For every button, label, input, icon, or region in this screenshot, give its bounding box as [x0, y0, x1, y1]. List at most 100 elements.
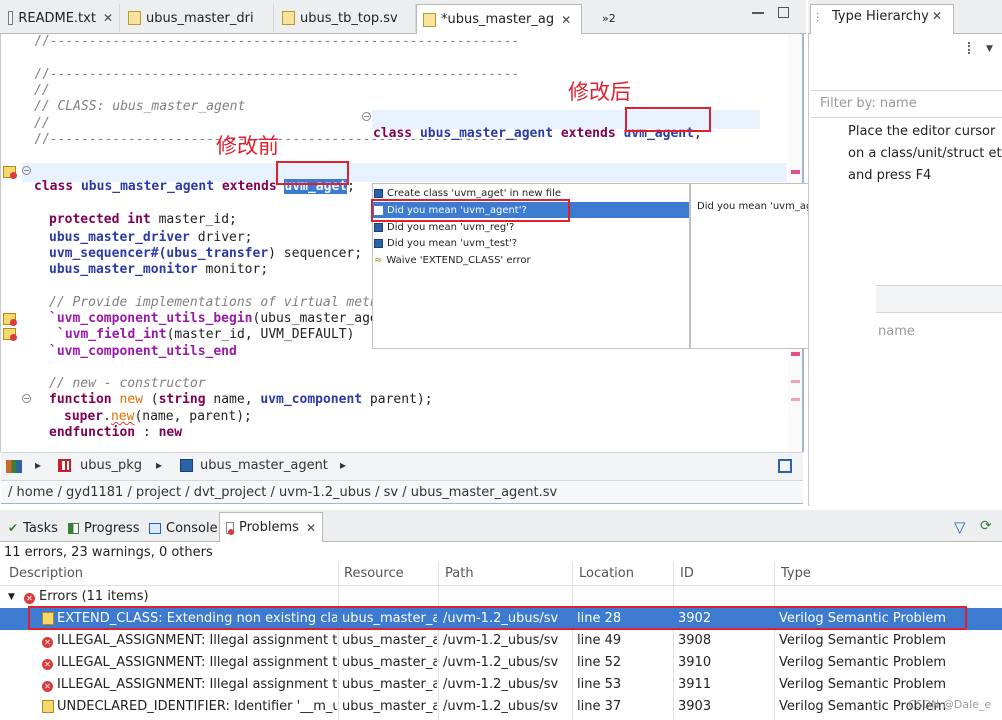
table-header [0, 562, 1002, 586]
quick-fix-item[interactable]: ≈ Waive 'EXTEND_CLASS' error [374, 252, 531, 268]
tab-ubus-master-driver[interactable]: ubus_master_dri [122, 4, 274, 32]
tab-readme[interactable]: README.txt ✕ [2, 4, 120, 32]
hint-text: Place the editor cursor [848, 124, 996, 139]
type-hierarchy-title: Type Hierarchy [832, 9, 929, 24]
tab-ubus-master-agent[interactable]: *ubus_master_ag ✕ [416, 4, 582, 34]
close-icon[interactable]: ✕ [932, 9, 942, 23]
chevron-right-icon: ▸ [340, 458, 347, 472]
overflow-label: »2 [602, 11, 616, 25]
table-row[interactable]: ✕ ILLEGAL_ASSIGNMENT: Illegal assignment… [0, 652, 1002, 674]
error-marker-icon[interactable] [3, 166, 17, 179]
keyword: extends [560, 126, 616, 141]
tasks-icon: ✔ [8, 521, 19, 535]
overview-warning-mark[interactable] [791, 380, 800, 383]
code-text: (ubus_master_ager [252, 311, 386, 326]
column-header-path[interactable]: Path [445, 566, 474, 581]
error-marker-icon[interactable] [3, 313, 17, 326]
code-text: ( [142, 392, 159, 407]
link-editor-icon[interactable] [778, 459, 792, 473]
tab-overflow[interactable]: »2 [596, 4, 622, 32]
annotation-before: 修改前 [216, 134, 279, 158]
code-text: monitor; [197, 262, 269, 277]
row-resource: ubus_master_a [342, 699, 437, 714]
table-row[interactable]: ✕ ILLEGAL_ASSIGNMENT: Illegal assignment… [0, 674, 1002, 696]
filter-icon[interactable]: ▽ [954, 518, 966, 536]
dropdown-arrow-icon[interactable]: ▼ [986, 44, 993, 54]
class-name: ubus_master_agent [80, 179, 215, 194]
error-icon: ✕ [42, 635, 53, 650]
error-group-row[interactable]: ▼ ✕ Errors (11 items) [0, 586, 1002, 608]
type-name: ubus_transfer [166, 246, 269, 261]
column-header-id[interactable]: ID [680, 566, 694, 581]
column-header-type[interactable]: Type [781, 566, 811, 581]
tab-tasks[interactable]: ✔ Tasks [2, 514, 64, 542]
overview-error-mark[interactable] [791, 352, 800, 356]
class-icon [374, 238, 383, 248]
code-line-separator: //--------------------------------------… [34, 67, 520, 82]
row-path: /uvm-1.2_ubus/sv [443, 699, 559, 714]
type-name: ubus_master_monitor [49, 262, 198, 277]
row-id: 3910 [678, 655, 712, 670]
row-location: line 52 [577, 655, 622, 670]
row-description: ILLEGAL_ASSIGNMENT: Illegal assignment t… [57, 633, 337, 648]
fold-icon[interactable]: − [22, 166, 31, 175]
table-row[interactable]: ✕ ILLEGAL_ASSIGNMENT: Illegal assignment… [0, 630, 1002, 652]
table-row[interactable]: UNDECLARED_IDENTIFIER: Identifier '__m_u… [0, 696, 1002, 718]
tab-label: Tasks [23, 520, 58, 536]
row-location: line 53 [577, 677, 622, 692]
code-line-comment: // CLASS: ubus_master_agent [34, 99, 246, 114]
column-header-location[interactable]: Location [579, 566, 634, 581]
keyword: extends [221, 179, 277, 194]
close-icon[interactable]: ✕ [561, 13, 571, 27]
keyword: int [127, 212, 151, 227]
type-name: uvm_sequencer#( [49, 246, 167, 261]
tab-console[interactable]: Console [143, 514, 224, 542]
keyword: class [34, 179, 74, 194]
keyword-new: new [110, 409, 135, 424]
breadcrumb-pkg[interactable]: ubus_pkg [80, 458, 142, 473]
column-header-resource[interactable]: Resource [344, 566, 404, 581]
class-icon [374, 222, 383, 232]
row-resource: ubus_master_a [342, 655, 437, 670]
keyword: string [158, 392, 206, 407]
close-icon[interactable]: ✕ [306, 521, 316, 535]
view-menu-icon[interactable] [968, 42, 978, 54]
quick-fix-item[interactable]: Did you mean 'uvm_reg'? [374, 219, 514, 235]
breadcrumb-class[interactable]: ubus_master_agent [200, 458, 328, 473]
class-name: ubus_master_agent [419, 126, 554, 141]
keyword: super [64, 409, 104, 424]
row-description: UNDECLARED_IDENTIFIER: Identifier '__m_u… [57, 699, 337, 714]
error-icon: ✕ [42, 657, 53, 672]
code-line: `uvm_component_utils_end [49, 344, 237, 359]
overview-error-mark[interactable] [791, 170, 800, 174]
row-location: line 49 [577, 633, 622, 648]
library-icon[interactable] [6, 460, 22, 473]
code-text: master_id; [150, 212, 237, 227]
tab-ubus-tb-top[interactable]: ubus_tb_top.sv [276, 4, 416, 32]
filter-placeholder: Filter by: name [820, 96, 917, 111]
waive-icon: ≈ [374, 254, 383, 266]
fold-icon[interactable]: − [22, 394, 31, 403]
minimize-icon[interactable] [752, 12, 764, 14]
tab-progress[interactable]: Progress [62, 514, 145, 542]
keyword: class [373, 126, 413, 141]
package-icon [58, 459, 71, 472]
code-line: ubus_master_monitor monitor; [49, 262, 268, 277]
maximize-icon[interactable] [778, 7, 789, 18]
sv-file-icon [128, 11, 141, 25]
error-marker-icon[interactable] [3, 328, 17, 341]
close-icon[interactable]: ✕ [103, 11, 113, 25]
overview-warning-mark[interactable] [791, 398, 800, 401]
fold-icon[interactable]: − [362, 112, 371, 121]
hint-text: and press F4 [848, 168, 932, 183]
quick-fix-item[interactable]: Did you mean 'uvm_test'? [374, 235, 517, 251]
sync-icon[interactable]: ⟳ [980, 518, 992, 534]
column-header-description[interactable]: Description [9, 566, 83, 581]
tab-label: Progress [84, 520, 140, 536]
row-type: Verilog Semantic Problem [779, 677, 947, 692]
tab-label: Console [166, 520, 218, 536]
error-icon: ✕ [24, 591, 35, 606]
code-text: ) sequencer; [268, 246, 363, 261]
tab-problems[interactable]: Problems ✕ [219, 512, 323, 542]
expand-arrow-icon[interactable]: ▼ [8, 592, 15, 602]
